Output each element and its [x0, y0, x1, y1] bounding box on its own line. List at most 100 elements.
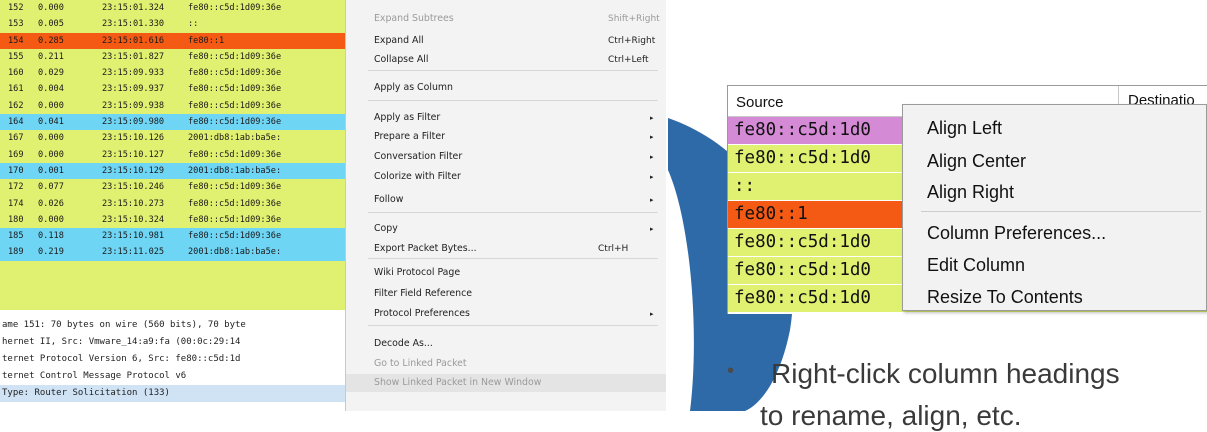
packet-row[interactable]: 170 0.001 23:15:10.129 2001:db8:1ab:ba5e:	[0, 162, 345, 180]
packet-delta: 0.211	[38, 51, 64, 62]
packet-source: ::	[188, 19, 199, 30]
menu-item-apply-as-filter[interactable]: Apply as Filter ▸	[346, 109, 666, 127]
packet-row[interactable]: 189 0.219 23:15:11.025 2001:db8:1ab:ba5e:	[0, 244, 345, 261]
packet-delta: 0.000	[38, 100, 64, 111]
packet-row[interactable]: 164 0.041 23:15:09.980 fe80::c5d:1d09:36e	[0, 114, 345, 131]
packet-delta: 0.077	[38, 182, 64, 193]
menu-item-wiki-protocol-page[interactable]: Wiki Protocol Page	[346, 264, 666, 282]
packet-source: fe80::c5d:1d09:36e	[188, 68, 282, 79]
menu-item-show-linked-packet-in-new-window[interactable]: Show Linked Packet in New Window	[346, 374, 666, 392]
packet-row[interactable]	[0, 277, 345, 294]
menu-item-apply-as-column[interactable]: Apply as Column	[346, 79, 666, 97]
packet-time: 23:15:09.980	[102, 117, 165, 128]
menu-separator	[921, 211, 1201, 212]
packet-row[interactable]: 162 0.000 23:15:09.938 fe80::c5d:1d09:36e	[0, 97, 345, 115]
packet-delta: 0.000	[38, 149, 64, 160]
column-header-source[interactable]: Source	[736, 94, 784, 111]
packet-source: fe80::c5d:1d09:36e	[188, 84, 282, 95]
detail-tree-item[interactable]: ame 151: 70 bytes on wire (560 bits), 70…	[0, 317, 345, 334]
bullet-mark: •	[727, 360, 735, 382]
packet-source: fe80::1	[188, 35, 225, 46]
packet-source: fe80::c5d:1d09:36e	[188, 100, 282, 111]
packet-row[interactable]: 167 0.000 23:15:10.126 2001:db8:1ab:ba5e:	[0, 130, 345, 147]
packet-source: 2001:db8:1ab:ba5e:	[188, 165, 282, 176]
packet-row[interactable]: 180 0.000 23:15:10.324 fe80::c5d:1d09:36e	[0, 211, 345, 229]
packet-time: 23:15:01.330	[102, 19, 165, 30]
menu-item-filter-field-reference[interactable]: Filter Field Reference	[346, 285, 666, 303]
menu-item-label: Protocol Preferences	[374, 308, 470, 319]
packet-number: 167	[8, 133, 24, 144]
packet-row[interactable]: 154 0.285 23:15:01.616 fe80::1	[0, 32, 345, 49]
menu-item-conversation-filter[interactable]: Conversation Filter ▸	[346, 148, 666, 166]
submenu-arrow-icon: ▸	[650, 114, 654, 122]
menu-item-label: Apply as Filter	[374, 112, 441, 123]
packet-details-pane[interactable]: ame 151: 70 bytes on wire (560 bits), 70…	[0, 317, 345, 411]
menu-item-edit-column[interactable]: Edit Column	[927, 250, 1025, 280]
packet-delta: 0.005	[38, 19, 64, 30]
packet-row[interactable]: 152 0.000 23:15:01.324 fe80::c5d:1d09:36e	[0, 0, 345, 17]
packet-delta: 0.026	[38, 198, 64, 209]
packet-source: fe80::c5d:1d09:36e	[188, 149, 282, 160]
menu-item-label: Export Packet Bytes...	[374, 243, 477, 254]
packet-row[interactable]: 160 0.029 23:15:09.933 fe80::c5d:1d09:36e	[0, 65, 345, 82]
menu-item-prepare-a-filter[interactable]: Prepare a Filter ▸	[346, 128, 666, 146]
packet-details-context-menu: Expand Subtrees Shift+Right Expand All Ctrl…	[345, 0, 666, 411]
submenu-arrow-icon: ▸	[650, 133, 654, 141]
menu-separator	[368, 325, 658, 326]
menu-item-decode-as[interactable]: Decode As...	[346, 335, 666, 353]
packet-source: 2001:db8:1ab:ba5e:	[188, 133, 282, 144]
detail-tree-item[interactable]: Type: Router Solicitation (133)	[0, 385, 345, 402]
menu-item-go-to-linked-packet[interactable]: Go to Linked Packet	[346, 355, 666, 373]
menu-item-expand-subtrees[interactable]: Expand Subtrees Shift+Right	[346, 10, 666, 28]
menu-item-protocol-preferences[interactable]: Protocol Preferences ▸	[346, 305, 666, 323]
packet-row[interactable]: 161 0.004 23:15:09.937 fe80::c5d:1d09:36e	[0, 81, 345, 98]
packet-delta: 0.029	[38, 68, 64, 79]
packet-row[interactable]: 172 0.077 23:15:10.246 fe80::c5d:1d09:36e	[0, 179, 345, 196]
menu-item-label: Follow	[374, 194, 404, 205]
menu-item-align-center[interactable]: Align Center	[927, 146, 1026, 176]
packet-time: 23:15:10.127	[102, 149, 165, 160]
packet-row[interactable]: 153 0.005 23:15:01.330::	[0, 16, 345, 33]
packet-number: 154	[8, 35, 24, 46]
menu-item-label: Decode As...	[374, 338, 433, 349]
packet-delta: 0.000	[38, 133, 64, 144]
menu-item-shortcut: Ctrl+Left	[608, 55, 649, 65]
bullet-text-continued: to rename, align, etc.	[760, 400, 1022, 431]
packet-delta: 0.000	[38, 214, 64, 225]
menu-item-follow[interactable]: Follow ▸	[346, 191, 666, 209]
menu-item-resize-to-contents[interactable]: Resize To Contents	[927, 282, 1083, 312]
detail-tree-item[interactable]: hernet II, Src: Vmware_14:a9:fa (00:0c:2…	[0, 334, 345, 351]
packet-row[interactable]	[0, 293, 345, 310]
packet-time: 23:15:01.616	[102, 35, 165, 46]
packet-source: fe80::c5d:1d09:36e	[188, 3, 282, 13]
packet-row[interactable]: 185 0.118 23:15:10.981 fe80::c5d:1d09:36e	[0, 228, 345, 245]
menu-item-align-right[interactable]: Align Right	[927, 177, 1014, 207]
menu-item-label: Prepare a Filter	[374, 131, 445, 142]
menu-item-align-left[interactable]: Align Left	[927, 113, 1002, 143]
menu-item-column-preferences[interactable]: Column Preferences...	[927, 218, 1106, 248]
detail-tree-item[interactable]: ternet Protocol Version 6, Src: fe80::c5…	[0, 351, 345, 368]
menu-item-expand-all[interactable]: Expand All Ctrl+Right	[346, 32, 666, 50]
submenu-arrow-icon: ▸	[650, 153, 654, 161]
packet-number: 172	[8, 182, 24, 193]
packet-row[interactable]	[0, 260, 345, 278]
menu-item-collapse-all[interactable]: Collapse All Ctrl+Left	[346, 51, 666, 69]
bullet-text: Right-click column headings	[771, 358, 1120, 389]
packet-time: 23:15:09.938	[102, 100, 165, 111]
packet-number: 155	[8, 51, 24, 62]
menu-separator	[368, 258, 658, 259]
menu-item-copy[interactable]: Copy ▸	[346, 220, 666, 238]
detail-tree-item[interactable]: ternet Control Message Protocol v6	[0, 368, 345, 385]
packet-row[interactable]: 174 0.026 23:15:10.273 fe80::c5d:1d09:36e	[0, 195, 345, 212]
menu-item-colorize-with-filter[interactable]: Colorize with Filter ▸	[346, 168, 666, 186]
packet-time: 23:15:09.937	[102, 84, 165, 95]
packet-source: fe80::c5d:1d09:36e	[188, 198, 282, 209]
menu-separator	[368, 100, 658, 101]
packet-row[interactable]: 155 0.211 23:15:01.827 fe80::c5d:1d09:36e	[0, 48, 345, 66]
packet-list[interactable]: 152 0.000 23:15:01.324 fe80::c5d:1d09:36e15…	[0, 0, 346, 313]
packet-delta: 0.004	[38, 84, 64, 95]
packet-row[interactable]: 169 0.000 23:15:10.127 fe80::c5d:1d09:36e	[0, 146, 345, 163]
menu-separator	[368, 70, 658, 71]
menu-item-export-packet-bytes[interactable]: Export Packet Bytes... Ctrl+H	[346, 240, 666, 258]
packet-delta: 0.041	[38, 117, 64, 128]
